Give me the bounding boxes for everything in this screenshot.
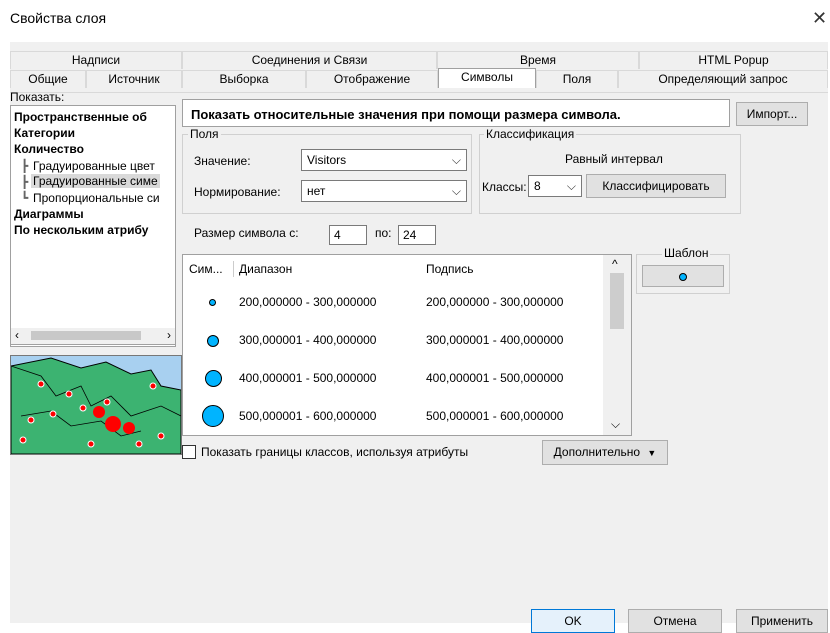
close-icon[interactable]: ✕ (812, 8, 827, 29)
column-divider (233, 261, 234, 277)
template-symbol-icon (679, 273, 687, 281)
label-cell[interactable]: 200,000000 - 300,000000 (426, 295, 563, 309)
normalization-label: Нормирование: (194, 185, 281, 199)
tab-definition-query[interactable]: Определяющий запрос (618, 70, 828, 88)
symbology-preview-image (10, 355, 182, 455)
range-cell[interactable]: 300,000001 - 400,000000 (239, 333, 376, 347)
value-selected: Visitors (307, 153, 347, 167)
fields-group (182, 134, 472, 214)
show-class-bounds-checkbox[interactable] (182, 445, 196, 459)
column-header-label[interactable]: Подпись (426, 262, 474, 276)
column-header-symbol[interactable]: Сим... (189, 262, 223, 276)
cancel-button[interactable]: Отмена (628, 609, 722, 633)
value-label: Значение: (194, 154, 251, 168)
classification-method: Равный интервал (565, 152, 663, 166)
tab-general[interactable]: Общие (10, 70, 86, 88)
scroll-left-icon[interactable]: ‹ (15, 328, 19, 342)
tree-item-features[interactable]: Пространственные об (14, 110, 147, 124)
tree-hscrollbar[interactable]: ‹ › (10, 328, 176, 345)
tree-item-quantities[interactable]: Количество (14, 142, 84, 156)
advanced-label: Дополнительно (553, 445, 641, 459)
tab-labels[interactable]: Надписи (10, 51, 182, 69)
classify-button[interactable]: Классифицировать (586, 174, 726, 198)
description-text: Показать относительные значения при помо… (191, 107, 621, 122)
classes-combobox[interactable]: 8 ⌵ (528, 175, 582, 197)
label-cell[interactable]: 400,000001 - 500,000000 (426, 371, 563, 385)
classification-group-title: Классификация (484, 127, 577, 141)
template-title: Шаблон (662, 246, 711, 260)
symbol-circle-icon[interactable] (207, 335, 219, 347)
tree-item-proportional-symbols[interactable]: Пропорциональные си (33, 191, 160, 205)
scroll-thumb[interactable] (610, 273, 624, 329)
column-header-range[interactable]: Диапазон (239, 262, 292, 276)
tab-source[interactable]: Источник (86, 70, 182, 88)
label-cell[interactable]: 500,000001 - 600,000000 (426, 409, 563, 423)
symbol-circle-icon[interactable] (205, 370, 222, 387)
classes-table[interactable]: Сим... Диапазон Подпись 200,000000 - 300… (182, 254, 632, 436)
symbol-size-to-input[interactable]: 24 (398, 225, 436, 245)
classes-selected: 8 (534, 179, 541, 193)
normalization-selected: нет (307, 184, 326, 198)
table-row[interactable]: 500,000001 - 600,000000 500,000001 - 600… (183, 397, 603, 435)
import-button[interactable]: Импорт... (736, 102, 808, 126)
tab-row-1: Надписи Соединения и Связи Время HTML Po… (10, 51, 828, 69)
table-vscrollbar[interactable]: ^ ⌵ (603, 255, 631, 435)
normalization-combobox[interactable]: нет ⌵ (301, 180, 467, 202)
show-class-bounds-label: Показать границы классов, используя атри… (201, 445, 469, 459)
scroll-thumb[interactable] (31, 331, 141, 340)
symbol-circle-icon[interactable] (202, 405, 224, 427)
tab-html-popup[interactable]: HTML Popup (639, 51, 828, 69)
template-symbol-button[interactable] (642, 265, 724, 287)
tab-time[interactable]: Время (437, 51, 639, 69)
tree-line: ┗ (21, 191, 29, 205)
scroll-down-icon[interactable]: ⌵ (611, 417, 620, 432)
ok-button[interactable]: OK (531, 609, 615, 633)
chevron-down-icon[interactable]: ⌵ (452, 150, 461, 170)
renderer-tree[interactable]: Пространственные об Категории Количество… (10, 105, 176, 347)
range-cell[interactable]: 400,000001 - 500,000000 (239, 371, 376, 385)
tree-item-categories[interactable]: Категории (14, 126, 75, 140)
tab-selection[interactable]: Выборка (182, 70, 306, 88)
scroll-up-icon[interactable]: ^ (612, 257, 618, 271)
tab-joins[interactable]: Соединения и Связи (182, 51, 437, 69)
chevron-down-icon[interactable]: ⌵ (567, 176, 576, 196)
range-cell[interactable]: 500,000001 - 600,000000 (239, 409, 376, 423)
advanced-button[interactable]: Дополнительно ▼ (542, 440, 668, 465)
dialog-panel: Надписи Соединения и Связи Время HTML Po… (10, 42, 828, 633)
tree-item-graduated-symbols[interactable]: Градуированные симе (31, 174, 160, 188)
fields-group-title: Поля (188, 127, 221, 141)
tree-item-charts[interactable]: Диаграммы (14, 207, 84, 221)
symbol-circle-icon[interactable] (209, 299, 216, 306)
tab-display[interactable]: Отображение (306, 70, 438, 88)
label-cell[interactable]: 300,000001 - 400,000000 (426, 333, 563, 347)
table-row[interactable]: 300,000001 - 400,000000 300,000001 - 400… (183, 321, 603, 359)
chevron-down-icon[interactable]: ⌵ (452, 181, 461, 201)
table-row[interactable]: 400,000001 - 500,000000 400,000001 - 500… (183, 359, 603, 397)
apply-button[interactable]: Применить (736, 609, 828, 633)
table-row[interactable]: 200,000000 - 300,000000 200,000000 - 300… (183, 283, 603, 321)
symbol-size-label: Размер символа с: (194, 226, 299, 240)
tab-symbology[interactable]: Символы (438, 68, 536, 88)
show-label: Показать: (10, 90, 65, 104)
tree-line: ┣ (21, 175, 29, 189)
tab-row-2: Общие Источник Выборка Отображение Симво… (10, 68, 828, 88)
symbol-size-from-input[interactable]: 4 (329, 225, 367, 245)
tree-item-graduated-colors[interactable]: Градуированные цвет (33, 159, 155, 173)
window-title: Свойства слоя (10, 10, 107, 26)
scroll-right-icon[interactable]: › (167, 328, 171, 342)
symbol-size-to-label: по: (375, 226, 392, 240)
value-combobox[interactable]: Visitors ⌵ (301, 149, 467, 171)
tab-fields[interactable]: Поля (536, 70, 618, 88)
tree-line: ┣ (21, 159, 29, 173)
tree-item-multiple-attributes[interactable]: По нескольким атрибу (14, 223, 148, 237)
range-cell[interactable]: 200,000000 - 300,000000 (239, 295, 376, 309)
dropdown-arrow-icon: ▼ (647, 448, 657, 458)
classes-label: Классы: (482, 180, 527, 194)
